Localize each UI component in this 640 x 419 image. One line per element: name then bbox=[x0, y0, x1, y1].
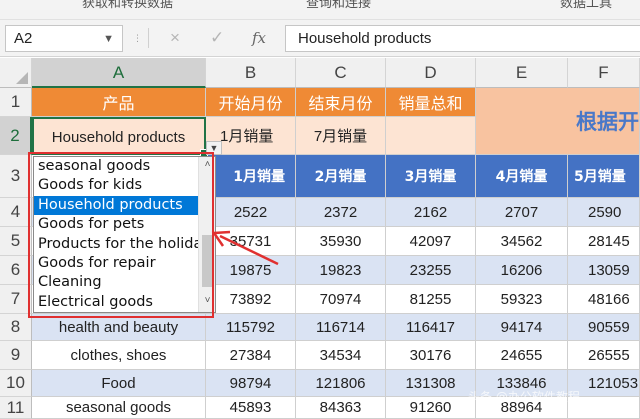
scroll-up-icon[interactable]: ˄ bbox=[199, 159, 215, 170]
cell-d8[interactable]: 116417 bbox=[386, 314, 476, 341]
select-all-button[interactable] bbox=[0, 58, 32, 88]
enter-check-icon[interactable]: ✓ bbox=[210, 28, 224, 48]
cell-a2-product-input[interactable]: Household products bbox=[32, 117, 206, 155]
ribbon-group-label: 查询和连接 bbox=[306, 0, 372, 11]
row-header-6[interactable]: 6 bbox=[0, 256, 32, 285]
cell-a1[interactable]: 产品 bbox=[32, 88, 206, 117]
cell-c3[interactable]: 2月销量 bbox=[296, 155, 386, 198]
cell-f9[interactable]: 26555 bbox=[568, 341, 640, 370]
ribbon-group-label: 数据工具 bbox=[560, 0, 613, 11]
cell-e3[interactable]: 4月销量 bbox=[476, 155, 568, 198]
row-header-11[interactable]: 11 bbox=[0, 397, 32, 419]
cell-d5[interactable]: 42097 bbox=[386, 227, 476, 256]
row-header-4[interactable]: 4 bbox=[0, 198, 32, 227]
validation-dropdown-list[interactable]: seasonal goods Goods for kids Household pr… bbox=[33, 156, 216, 313]
column-header-d[interactable]: D bbox=[386, 58, 476, 88]
column-header-a[interactable]: A bbox=[32, 58, 206, 88]
cell-e7[interactable]: 59323 bbox=[476, 285, 568, 314]
scroll-down-icon[interactable]: ˅ bbox=[199, 295, 215, 306]
cell-d9[interactable]: 30176 bbox=[386, 341, 476, 370]
cell-a11[interactable]: seasonal goods bbox=[32, 397, 206, 419]
splitter-handle-icon[interactable]: ⋮ bbox=[133, 33, 142, 44]
cell-c11[interactable]: 84363 bbox=[296, 397, 386, 419]
merged-title-cell[interactable]: 根据开 bbox=[476, 88, 640, 155]
column-header-f[interactable]: F bbox=[568, 58, 640, 88]
dropdown-arrow-icon[interactable]: ▼ bbox=[206, 141, 222, 155]
row-header-10[interactable]: 10 bbox=[0, 370, 32, 397]
dropdown-option[interactable]: Goods for kids bbox=[34, 176, 198, 195]
dropdown-option[interactable]: Household products bbox=[34, 195, 198, 216]
ribbon-group-label: 获取和转换数据 bbox=[82, 0, 174, 11]
insert-function-icon[interactable]: fx bbox=[252, 29, 266, 47]
cell-c8[interactable]: 116714 bbox=[296, 314, 386, 341]
cell-b11[interactable]: 45893 bbox=[206, 397, 296, 419]
column-header-e[interactable]: E bbox=[476, 58, 568, 88]
cell-e8[interactable]: 94174 bbox=[476, 314, 568, 341]
cell-b9[interactable]: 27384 bbox=[206, 341, 296, 370]
dropdown-option[interactable]: Goods for repair bbox=[34, 254, 198, 273]
row-header-1[interactable]: 1 bbox=[0, 88, 32, 117]
row-header-9[interactable]: 9 bbox=[0, 341, 32, 370]
formula-bar: A2 ▼ ⋮ × ✓ fx Household products bbox=[0, 20, 640, 57]
name-box[interactable]: A2 ▼ bbox=[5, 25, 123, 52]
cell-c6[interactable]: 19823 bbox=[296, 256, 386, 285]
cell-b1[interactable]: 开始月份 bbox=[206, 88, 296, 117]
cell-d2-sales-sum[interactable] bbox=[386, 117, 476, 155]
cell-c9[interactable]: 34534 bbox=[296, 341, 386, 370]
row-header-7[interactable]: 7 bbox=[0, 285, 32, 314]
row-header-8[interactable]: 8 bbox=[0, 314, 32, 341]
dropdown-option[interactable]: Electrical goods bbox=[34, 293, 198, 312]
cell-c7[interactable]: 70974 bbox=[296, 285, 386, 314]
cell-d3[interactable]: 3月销量 bbox=[386, 155, 476, 198]
cell-d7[interactable]: 81255 bbox=[386, 285, 476, 314]
cell-d4[interactable]: 2162 bbox=[386, 198, 476, 227]
cell-d10[interactable]: 131308 bbox=[386, 370, 476, 397]
cell-c4[interactable]: 2372 bbox=[296, 198, 386, 227]
cell-a8[interactable]: health and beauty bbox=[32, 314, 206, 341]
cell-f8[interactable]: 90559 bbox=[568, 314, 640, 341]
cell-f4[interactable]: 2590 bbox=[568, 198, 640, 227]
divider bbox=[148, 28, 149, 48]
dropdown-option[interactable]: Cleaning bbox=[34, 273, 198, 292]
cell-c2-end-month[interactable]: 7月销量 bbox=[296, 117, 386, 155]
cancel-icon[interactable]: × bbox=[170, 28, 180, 48]
dropdown-option[interactable]: Goods for pets bbox=[34, 215, 198, 234]
cell-f5[interactable]: 28145 bbox=[568, 227, 640, 256]
cell-c10[interactable]: 121806 bbox=[296, 370, 386, 397]
cell-c1[interactable]: 结束月份 bbox=[296, 88, 386, 117]
cell-f7[interactable]: 48166 bbox=[568, 285, 640, 314]
ribbon-remnant: 获取和转换数据 查询和连接 数据工具 bbox=[0, 0, 640, 20]
row-header-5[interactable]: 5 bbox=[0, 227, 32, 256]
dropdown-option[interactable]: seasonal goods bbox=[34, 157, 198, 176]
annotation-arrow-icon bbox=[211, 230, 279, 266]
cell-c5[interactable]: 35930 bbox=[296, 227, 386, 256]
cell-e4[interactable]: 2707 bbox=[476, 198, 568, 227]
formula-input[interactable]: Household products bbox=[285, 25, 640, 52]
column-header-b[interactable]: B bbox=[206, 58, 296, 88]
cell-e6[interactable]: 16206 bbox=[476, 256, 568, 285]
chevron-down-icon[interactable]: ▼ bbox=[103, 33, 114, 45]
cell-b10[interactable]: 98794 bbox=[206, 370, 296, 397]
cell-e5[interactable]: 34562 bbox=[476, 227, 568, 256]
watermark: 头条 @办公软件教程 bbox=[468, 390, 580, 404]
name-box-value: A2 bbox=[14, 30, 33, 47]
dropdown-option[interactable]: Products for the holiday bbox=[34, 235, 198, 254]
cell-a9[interactable]: clothes, shoes bbox=[32, 341, 206, 370]
cell-b7[interactable]: 73892 bbox=[206, 285, 296, 314]
row-header-3[interactable]: 3 bbox=[0, 155, 32, 198]
cell-b3[interactable]: 1月销量 bbox=[206, 155, 296, 198]
cell-f3[interactable]: 5月销量 bbox=[568, 155, 640, 198]
cell-e9[interactable]: 24655 bbox=[476, 341, 568, 370]
cell-d11[interactable]: 91260 bbox=[386, 397, 476, 419]
cell-d6[interactable]: 23255 bbox=[386, 256, 476, 285]
cell-d1[interactable]: 销量总和 bbox=[386, 88, 476, 117]
cell-f6[interactable]: 13059 bbox=[568, 256, 640, 285]
column-header-c[interactable]: C bbox=[296, 58, 386, 88]
row-header-2[interactable]: 2 bbox=[0, 117, 32, 155]
cell-a10[interactable]: Food bbox=[32, 370, 206, 397]
cell-b8[interactable]: 115792 bbox=[206, 314, 296, 341]
